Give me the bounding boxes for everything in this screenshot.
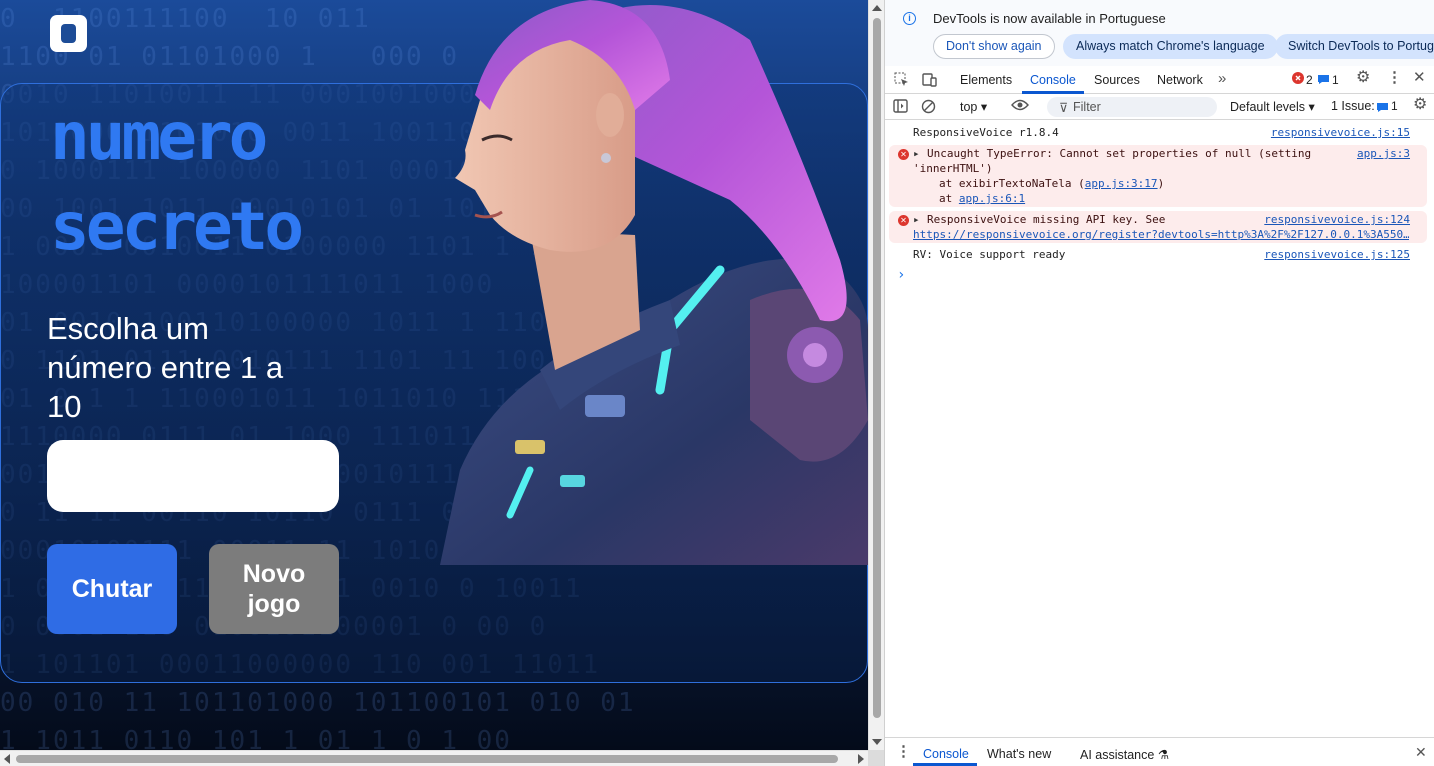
console-filter-input[interactable]: ⊽ Filter (1047, 97, 1217, 117)
drawer-tab-whats-new[interactable]: What's new (987, 747, 1051, 761)
flask-icon: ⚗ (1157, 748, 1170, 762)
horizontal-scrollbar[interactable] (0, 750, 868, 766)
drawer-tab-ai-assistance[interactable]: AI assistance ⚗ (1080, 747, 1169, 762)
error-text-line1: Uncaught TypeError: Cannot set propertie… (927, 147, 1312, 160)
guess-input[interactable] (47, 440, 339, 512)
stack-frame-1-link[interactable]: app.js:3:17 (1085, 177, 1158, 190)
log-text: ResponsiveVoice r1.8.4 (913, 126, 1059, 139)
console-prompt[interactable]: › (889, 268, 1427, 284)
issues-label[interactable]: 1 Issue: (1331, 99, 1375, 113)
novo-jogo-button[interactable]: Novo jogo (209, 544, 339, 634)
scroll-left-icon[interactable] (4, 754, 10, 764)
scrollbar-thumb[interactable] (16, 755, 838, 763)
vertical-scrollbar[interactable] (868, 0, 884, 750)
error-source-link[interactable]: responsivevoice.js:124 (1264, 213, 1410, 228)
log-source-link[interactable]: responsivevoice.js:15 (1271, 126, 1410, 141)
more-tabs-icon[interactable]: » (1218, 70, 1226, 87)
issues-count: 1 (1391, 99, 1398, 113)
dont-show-again-button[interactable]: Don't show again (933, 34, 1055, 59)
close-drawer-icon[interactable]: ✕ (1415, 745, 1427, 759)
live-expression-eye-icon[interactable] (1011, 98, 1029, 115)
novo-jogo-label-1: Novo (242, 560, 306, 588)
stack-frame-1: at exibirTextoNaTela (app.js:3:17) (939, 177, 1164, 192)
drawer-tab-console[interactable]: Console (923, 747, 969, 761)
page-viewport: 0 1100111100 10 011 1100 01 01101000 1 00… (0, 0, 868, 750)
stack-frame-2: at app.js:6:1 (939, 192, 1025, 207)
novo-jogo-label-2: jogo (247, 590, 301, 618)
console-output: ResponsiveVoice r1.8.4 responsivevoice.j… (885, 121, 1434, 737)
device-toolbar-icon[interactable] (922, 72, 937, 89)
context-selector[interactable]: top ▾ (960, 99, 987, 114)
error-icon: ✕ (898, 215, 909, 226)
error-icon: ✕ (898, 149, 909, 160)
context-value: top (960, 100, 978, 114)
message-count-icon[interactable] (1317, 73, 1330, 87)
title-line-1: numero (50, 98, 268, 175)
sidebar-toggle-icon[interactable] (893, 99, 908, 115)
astronaut-illustration (420, 0, 868, 565)
stack-frame-1-text: at exibirTextoNaTela ( (939, 177, 1085, 190)
console-settings-gear-icon[interactable]: ⚙ (1413, 97, 1427, 113)
match-language-button[interactable]: Always match Chrome's language (1063, 34, 1278, 59)
page-title: numero secreto (50, 92, 350, 272)
scroll-down-icon[interactable] (872, 739, 882, 745)
expand-triangle-icon[interactable]: ▸ (913, 213, 920, 228)
console-log-message: ResponsiveVoice r1.8.4 responsivevoice.j… (889, 126, 1427, 142)
inspect-element-icon[interactable] (894, 72, 909, 89)
scroll-corner (868, 750, 884, 766)
switch-language-button[interactable]: Switch DevTools to Portuguese (1275, 34, 1434, 59)
tab-sources[interactable]: Sources (1094, 73, 1140, 87)
title-line-2: secreto (50, 188, 304, 265)
console-error-message: ✕ ▸ ResponsiveVoice missing API key. See… (889, 211, 1427, 243)
scroll-right-icon[interactable] (858, 754, 864, 764)
error-text-line2: 'innerHTML') (913, 162, 993, 175)
error-text-line1: ResponsiveVoice missing API key. See (927, 213, 1166, 226)
prompt-chevron-icon: › (897, 267, 906, 283)
console-log-message: RV: Voice support ready responsivevoice.… (889, 248, 1427, 264)
tab-network[interactable]: Network (1157, 73, 1203, 87)
devtools-panel: i DevTools is now available in Portugues… (884, 0, 1434, 766)
drawer-menu-icon[interactable]: ⋮ (896, 744, 911, 759)
expand-triangle-icon[interactable]: ▸ (913, 147, 920, 162)
tab-elements[interactable]: Elements (960, 73, 1012, 87)
message-count: 1 (1332, 73, 1339, 87)
console-error-message: ✕ ▸ Uncaught TypeError: Cannot set prope… (889, 145, 1427, 207)
binary-matrix-row: 1 1011 0110 101 1 01 1 0 1 00 (0, 726, 512, 750)
log-levels-dropdown[interactable]: Default levels ▾ (1230, 99, 1315, 114)
stack-frame-2-text: at (939, 192, 959, 205)
ai-assistance-label: AI assistance (1080, 748, 1155, 762)
error-source-link[interactable]: app.js:3 (1357, 147, 1410, 162)
filter-icon: ⊽ (1059, 101, 1069, 115)
log-source-link[interactable]: responsivevoice.js:125 (1264, 248, 1410, 263)
devtools-tabbar: Elements Console Sources Network » 2 1 ⚙… (885, 66, 1434, 94)
tab-console[interactable]: Console (1030, 73, 1076, 87)
language-infobar: i DevTools is now available in Portugues… (885, 0, 1434, 66)
issues-message-icon[interactable] (1376, 101, 1389, 115)
scroll-up-icon[interactable] (872, 5, 882, 11)
stack-frame-1-close: ) (1157, 177, 1165, 190)
filter-placeholder: Filter (1073, 100, 1101, 114)
infobar-message: DevTools is now available in Portuguese (933, 11, 1166, 26)
stack-frame-2-link[interactable]: app.js:6:1 (959, 192, 1025, 205)
more-options-icon[interactable]: ⋮ (1387, 70, 1402, 85)
error-count-icon[interactable] (1292, 72, 1304, 86)
close-devtools-icon[interactable]: ✕ (1413, 70, 1426, 85)
info-icon: i (903, 12, 916, 25)
instruction-text: Escolha um número entre 1 a 10 (47, 311, 284, 424)
alura-logo-icon (50, 15, 87, 52)
settings-gear-icon[interactable]: ⚙ (1356, 70, 1370, 86)
clear-console-icon[interactable] (921, 99, 936, 116)
devtools-drawer-tabbar: ⋮ Console What's new AI assistance ⚗ ✕ (885, 737, 1434, 766)
console-toolbar: top ▾ ⊽ Filter Default levels ▾ 1 Issue:… (885, 94, 1434, 120)
register-link[interactable]: https://responsivevoice.org/register?dev… (913, 228, 1409, 243)
chutar-button[interactable]: Chutar (47, 544, 177, 634)
binary-matrix-row: 00 010 11 101101000 101100101 010 01 (0, 688, 636, 718)
log-text: RV: Voice support ready (913, 248, 1066, 261)
log-levels-label: Default levels (1230, 100, 1306, 114)
scrollbar-thumb[interactable] (873, 18, 881, 718)
error-count: 2 (1306, 73, 1313, 87)
